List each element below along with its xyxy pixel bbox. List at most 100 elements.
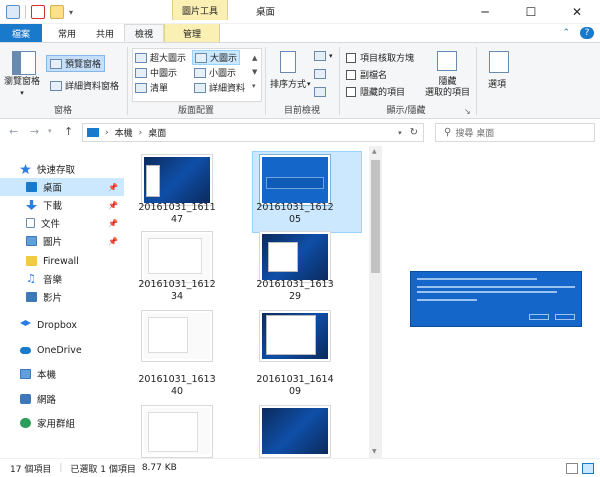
tab-view[interactable]: 檢視 — [124, 24, 165, 42]
refresh-icon[interactable]: ↻ — [410, 127, 418, 138]
scrollbar-thumb[interactable] — [371, 160, 380, 273]
nav-item-documents[interactable]: 文件 📌 — [0, 214, 124, 232]
details-pane-label: 詳細資料窗格 — [65, 82, 120, 92]
video-icon — [26, 292, 37, 302]
ribbon-collapse-icon[interactable]: ⌃ — [552, 24, 580, 42]
nav-item-firewall[interactable]: Firewall — [0, 252, 124, 270]
file-thumbnail[interactable] — [141, 310, 213, 362]
details-pane-button[interactable]: 詳細資料窗格 — [50, 79, 119, 92]
file-name-selected[interactable]: 20161031_1612 05 — [250, 202, 340, 226]
homegroup-icon — [20, 418, 31, 428]
pin-icon: 📌 — [108, 182, 118, 192]
maximize-button[interactable]: ☐ — [508, 0, 554, 24]
qat-dropdown-icon[interactable]: ▾ — [69, 8, 73, 17]
group-by-button[interactable]: ▾ — [314, 51, 333, 61]
sort-icon — [280, 51, 296, 73]
file-name[interactable]: 20161031_1613 40 — [132, 374, 222, 398]
recent-locations-icon[interactable]: ▾ — [48, 127, 52, 135]
forward-icon[interactable]: → — [30, 125, 39, 138]
layout-list[interactable]: 清單 — [135, 81, 168, 94]
file-name[interactable]: 20161031_1613 29 — [250, 279, 340, 303]
layout-details[interactable]: 詳細資料 — [194, 81, 245, 94]
selection-size: 8.77 KB — [141, 463, 177, 473]
nav-label: 網路 — [37, 395, 57, 406]
add-columns-button[interactable] — [314, 69, 329, 79]
file-thumbnail[interactable] — [141, 405, 213, 458]
address-bar[interactable]: › 本機 › 桌面 ▾ ↻ — [82, 123, 424, 142]
nav-label: 快速存取 — [37, 165, 76, 176]
file-name[interactable]: 20161031_1611 47 — [132, 202, 222, 226]
file-thumbnail[interactable] — [141, 154, 213, 206]
size-columns-button[interactable] — [314, 87, 329, 97]
preview-pane-button[interactable]: 預覽窗格 — [46, 55, 106, 72]
file-thumbnail-selected[interactable] — [259, 154, 331, 206]
scroll-down-icon[interactable]: ▼ — [372, 448, 377, 455]
nav-item-onedrive[interactable]: OneDrive — [0, 341, 124, 359]
tab-home[interactable]: 常用 — [48, 24, 86, 42]
breadcrumb-this-pc[interactable]: 本機 — [115, 126, 133, 139]
minimize-button[interactable]: ─ — [462, 0, 508, 24]
layout-list-label: 清單 — [150, 84, 169, 94]
help-icon[interactable]: ? — [580, 27, 594, 39]
layout-medium[interactable]: 中圖示 — [135, 66, 177, 79]
nav-pane-button[interactable]: 瀏覽窗格 ▾ — [4, 77, 40, 99]
nav-label: 桌面 — [43, 183, 63, 194]
nav-item-quick-access[interactable]: 快速存取 — [0, 160, 124, 178]
dialog-launcher-icon[interactable]: ↘ — [464, 107, 471, 116]
ribbon: 瀏覽窗格 ▾ 預覽窗格 詳細資料窗格 窗格 超大圖示 大圖示 中圖示 小圖示 清… — [0, 43, 600, 119]
hidden-items-toggle[interactable]: 隱藏的項目 — [346, 85, 405, 98]
file-name[interactable]: 20161031_1612 34 — [132, 279, 222, 303]
layout-scroll-icon[interactable]: ▲ ▼ ▾ — [252, 51, 257, 93]
nav-pane-icon — [12, 51, 36, 75]
layout-group-label: 版面配置 — [177, 106, 214, 116]
address-dropdown-icon[interactable]: ▾ — [398, 129, 402, 137]
show-hide-group-label: 顯示/隱藏 — [386, 106, 426, 116]
computer-icon — [87, 128, 99, 137]
navigation-pane: 快速存取 桌面 📌 下載 📌 文件 📌 圖片 📌 Firewall ♫ 音樂 影… — [0, 146, 128, 458]
search-input[interactable]: ⚲ 搜尋 桌面 — [435, 123, 595, 142]
layout-small[interactable]: 小圖示 — [194, 66, 236, 79]
onedrive-icon — [20, 346, 31, 354]
nav-item-network[interactable]: 網路 — [0, 390, 124, 408]
file-thumbnail[interactable] — [259, 405, 331, 458]
file-extensions-toggle[interactable]: 副檔名 — [346, 68, 387, 81]
properties-icon[interactable] — [31, 5, 45, 19]
layout-large-label: 大圖示 — [210, 54, 238, 64]
up-icon[interactable]: ↑ — [64, 125, 73, 138]
layout-large[interactable]: 大圖示 — [192, 50, 241, 65]
tab-file[interactable]: 檔案 — [0, 24, 42, 42]
item-checkboxes-toggle[interactable]: 項目核取方塊 — [346, 51, 414, 64]
file-thumbnail[interactable] — [259, 310, 331, 362]
nav-item-music[interactable]: ♫ 音樂 — [0, 270, 124, 288]
details-view-icon[interactable] — [566, 462, 578, 474]
layout-extra-large[interactable]: 超大圖示 — [135, 51, 186, 64]
nav-item-downloads[interactable]: 下載 📌 — [0, 196, 124, 214]
breadcrumb-desktop[interactable]: 桌面 — [148, 126, 166, 139]
file-name[interactable]: 20161031_1614 09 — [250, 374, 340, 398]
file-thumbnail[interactable] — [259, 231, 331, 283]
options-button[interactable]: 選項 — [488, 77, 506, 90]
nav-label: 音樂 — [43, 275, 63, 286]
back-icon[interactable]: ← — [9, 125, 18, 138]
context-tab-header: 圖片工具 — [172, 0, 228, 20]
hide-selected-button[interactable]: 隱藏 選取的項目 — [425, 77, 470, 99]
tab-manage[interactable]: 管理 — [164, 24, 221, 42]
computer-icon — [20, 369, 31, 379]
hide-selected-icon — [437, 51, 457, 71]
preview-image — [410, 271, 582, 327]
nav-item-desktop[interactable]: 桌面 📌 — [0, 178, 124, 196]
nav-item-dropbox[interactable]: Dropbox — [0, 316, 124, 334]
nav-item-pictures[interactable]: 圖片 📌 — [0, 232, 124, 250]
file-thumbnail[interactable] — [141, 231, 213, 283]
nav-item-videos[interactable]: 影片 — [0, 288, 124, 306]
nav-label: OneDrive — [37, 344, 82, 356]
nav-item-this-pc[interactable]: 本機 — [0, 365, 124, 383]
nav-label: 本機 — [37, 370, 57, 381]
close-button[interactable]: ✕ — [554, 0, 600, 24]
sort-by-button[interactable]: 排序方式 ▾ — [270, 77, 311, 91]
new-folder-icon[interactable] — [50, 5, 64, 19]
large-icons-view-icon[interactable] — [582, 462, 594, 474]
nav-item-homegroup[interactable]: 家用群組 — [0, 414, 124, 432]
tab-share[interactable]: 共用 — [86, 24, 124, 42]
scroll-up-icon[interactable]: ▲ — [372, 148, 377, 155]
